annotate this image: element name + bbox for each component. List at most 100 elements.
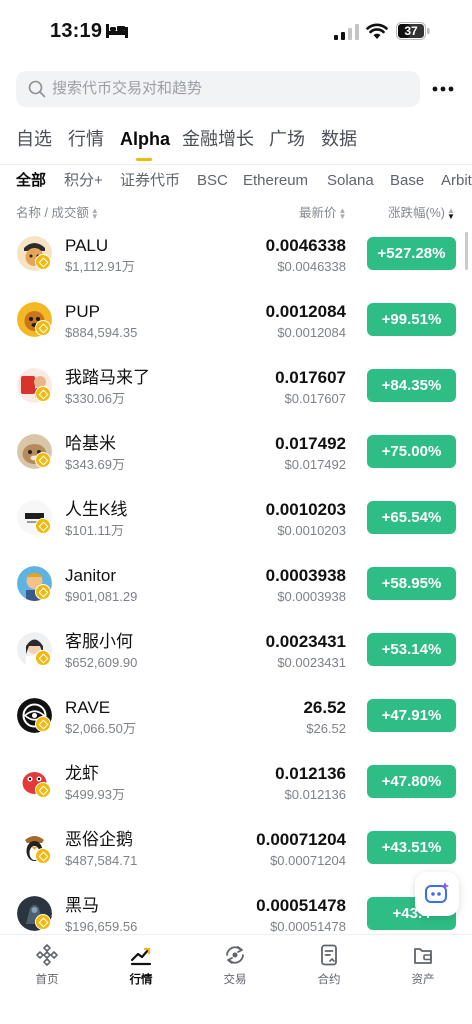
- nav-trade[interactable]: 交易: [188, 935, 282, 995]
- alpha-badge-icon: [35, 518, 51, 534]
- token-price: 0.0046338: [265, 236, 346, 255]
- sort-arrows-icon: ▲ ▼: [90, 205, 99, 221]
- nav-markets-label: 行情: [129, 974, 153, 986]
- alpha-badge-icon: [35, 848, 51, 864]
- token-row[interactable]: 我踏马来了 $330.06万 0.017607 $0.017607 +84.35…: [0, 356, 472, 422]
- trade-icon: [226, 946, 244, 964]
- tab-markets[interactable]: 行情: [68, 126, 104, 152]
- token-price: 0.012136: [275, 764, 346, 783]
- nav-futures-label: 合约: [317, 974, 341, 986]
- token-row[interactable]: 恶俗企鹅 $487,584.71 0.00071204 $0.00071204 …: [0, 818, 472, 884]
- token-name: PALU: [65, 236, 109, 255]
- ai-assistant-icon: [425, 882, 449, 903]
- filter-ethereum[interactable]: Ethereum: [243, 171, 308, 191]
- token-row[interactable]: RAVE $2,066.50万 26.52 $26.52 +47.91%: [0, 686, 472, 752]
- change-badge[interactable]: +65.54%: [367, 501, 456, 534]
- token-row[interactable]: PUP $884,594.35 0.0012084 $0.0012084 +99…: [0, 290, 472, 356]
- token-price-usd: $0.0010203: [277, 523, 346, 538]
- token-price-usd: $0.0012084: [277, 325, 346, 340]
- nav-assets[interactable]: 资产: [376, 935, 470, 995]
- token-volume: $2,066.50万: [65, 721, 136, 736]
- filter-points[interactable]: 积分+: [64, 171, 103, 191]
- token-price: 0.0010203: [265, 500, 346, 519]
- scrollbar[interactable]: [465, 232, 468, 270]
- token-row[interactable]: Janitor $901,081.29 0.0003938 $0.0003938…: [0, 554, 472, 620]
- alpha-badge-icon: [35, 584, 51, 600]
- alpha-badge-icon: [35, 650, 51, 666]
- token-price-usd: $0.0023431: [277, 655, 346, 670]
- filter-bsc[interactable]: BSC: [197, 171, 228, 191]
- change-badge[interactable]: +47.80%: [367, 765, 456, 798]
- token-volume: $499.93万: [65, 787, 125, 802]
- home-icon: [36, 944, 58, 966]
- change-badge[interactable]: +84.35%: [367, 369, 456, 402]
- change-badge[interactable]: +47.91%: [367, 699, 456, 732]
- filter-arbitrum[interactable]: Arbitrum: [441, 171, 472, 191]
- change-badge[interactable]: +75.00%: [367, 435, 456, 468]
- token-name: 客服小何: [65, 632, 133, 651]
- filter-base[interactable]: Base: [390, 171, 424, 191]
- tab-favorites[interactable]: 自选: [16, 126, 52, 152]
- nav-home[interactable]: 首页: [0, 935, 94, 995]
- token-row[interactable]: 龙虾 $499.93万 0.012136 $0.012136 +47.80%: [0, 752, 472, 818]
- wallet-icon: [414, 948, 432, 964]
- token-name: 恶俗企鹅: [65, 830, 133, 849]
- sleep-focus-icon: [106, 24, 128, 38]
- alpha-badge-icon: [35, 716, 51, 732]
- filter-securities[interactable]: 证券代币: [120, 171, 180, 191]
- ai-assistant-button[interactable]: [415, 872, 459, 916]
- sort-last-price[interactable]: 最新价 ▲ ▼: [299, 205, 346, 221]
- token-volume: $901,081.29: [65, 589, 138, 604]
- sort-name-volume[interactable]: 名称 / 成交额 ▲ ▼: [16, 205, 99, 221]
- change-badge[interactable]: +43.51%: [367, 831, 456, 864]
- status-bar: 13:19 37: [0, 0, 472, 62]
- token-row[interactable]: PALU $1,112.91万 0.0046338 $0.0046338 +52…: [0, 224, 472, 290]
- token-name: PUP: [65, 302, 100, 321]
- token-price: 0.017492: [275, 434, 346, 453]
- nav-markets[interactable]: 行情: [94, 935, 188, 995]
- token-price-usd: $0.0046338: [277, 259, 346, 274]
- markets-icon: [130, 947, 152, 966]
- sort-desc-icon: ▲ ▼: [446, 205, 455, 221]
- sort-change[interactable]: 涨跌幅(%) ▲ ▼: [388, 205, 455, 221]
- filter-all[interactable]: 全部: [16, 171, 46, 191]
- nav-futures[interactable]: 合约: [282, 935, 376, 995]
- change-badge[interactable]: +527.28%: [367, 237, 456, 270]
- token-name: RAVE: [65, 698, 111, 717]
- tabs-divider: [0, 164, 472, 165]
- change-badge[interactable]: +58.95%: [367, 567, 456, 600]
- token-price-usd: $0.0003938: [277, 589, 346, 604]
- token-name: 龙虾: [65, 764, 99, 783]
- token-name: Janitor: [65, 566, 117, 585]
- nav-home-label: 首页: [35, 974, 59, 986]
- tab-data[interactable]: 数据: [321, 126, 357, 152]
- token-volume: $101.11万: [65, 523, 125, 538]
- change-badge[interactable]: +53.14%: [367, 633, 456, 666]
- token-row[interactable]: 哈基米 $343.69万 0.017492 $0.017492 +75.00%: [0, 422, 472, 488]
- futures-icon: [321, 944, 337, 966]
- token-price: 0.00051478: [256, 896, 346, 915]
- tab-alpha[interactable]: Alpha: [120, 126, 170, 152]
- nav-assets-label: 资产: [411, 974, 435, 986]
- filter-solana[interactable]: Solana: [327, 171, 374, 191]
- wifi-icon: [366, 23, 388, 39]
- token-price: 0.00071204: [256, 830, 346, 849]
- token-price-usd: $26.52: [306, 721, 346, 736]
- tab-finance-growth[interactable]: 金融增长: [182, 126, 254, 152]
- token-row[interactable]: 客服小何 $652,609.90 0.0023431 $0.0023431 +5…: [0, 620, 472, 686]
- token-volume: $652,609.90: [65, 655, 138, 670]
- token-volume: $1,112.91万: [65, 259, 135, 274]
- more-options-icon[interactable]: [432, 80, 454, 98]
- token-price: 0.0012084: [265, 302, 346, 321]
- token-row[interactable]: 人生K线 $101.11万 0.0010203 $0.0010203 +65.5…: [0, 488, 472, 554]
- tab-square[interactable]: 广场: [269, 126, 305, 152]
- search-input[interactable]: 搜索代币交易对和趋势: [16, 71, 420, 107]
- token-price: 0.017607: [275, 368, 346, 387]
- status-time: 13:19: [50, 20, 103, 42]
- alpha-badge-icon: [35, 320, 51, 336]
- token-name: 我踏马来了: [65, 368, 150, 387]
- search-placeholder: 搜索代币交易对和趋势: [52, 80, 203, 97]
- battery-level: 37: [404, 24, 418, 38]
- change-badge[interactable]: +99.51%: [367, 303, 456, 336]
- token-price: 26.52: [303, 698, 346, 717]
